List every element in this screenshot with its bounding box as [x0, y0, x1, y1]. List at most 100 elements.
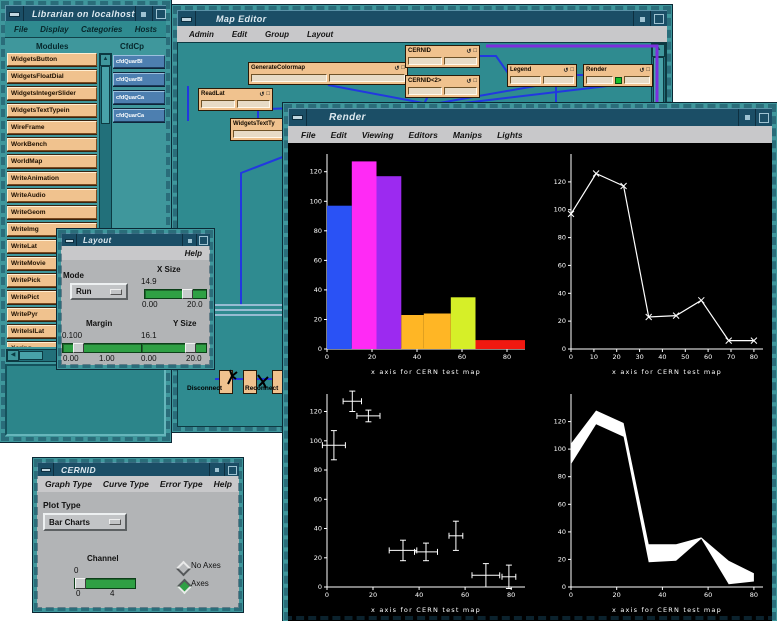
scroll-up-icon[interactable]: ▲: [100, 54, 111, 66]
module-block-label: GenerateColormap: [251, 65, 305, 71]
panel-menubar: Graph Type Curve Type Error Type Help: [37, 476, 239, 493]
module-block-generatecolormap[interactable]: GenerateColormap ↺□: [249, 63, 407, 84]
svg-text:20: 20: [368, 353, 376, 361]
menu-item-help[interactable]: Help: [185, 249, 202, 258]
window-menu-icon[interactable]: [178, 11, 196, 27]
menu-item[interactable]: File: [14, 25, 28, 34]
maximize-button[interactable]: [152, 6, 169, 22]
y-size-value: 16.1: [141, 331, 157, 340]
librarian-work-area: [5, 364, 166, 436]
module-block-legend[interactable]: Legend ↺□: [508, 65, 576, 86]
svg-text:120: 120: [554, 178, 566, 186]
svg-text:80: 80: [507, 591, 515, 599]
maximize-button[interactable]: [224, 463, 239, 477]
menu-item[interactable]: Error Type: [160, 479, 203, 489]
module-button[interactable]: WorkBench: [7, 138, 97, 151]
window-menu-icon[interactable]: [289, 109, 307, 126]
menu-item[interactable]: Categories: [81, 25, 122, 34]
module-active-led: [615, 77, 622, 84]
module-button[interactable]: WidgetsTextTypein: [7, 104, 97, 117]
menu-item[interactable]: Edit: [331, 130, 347, 140]
menu-item[interactable]: Manips: [453, 130, 482, 140]
module-button[interactable]: WidgetsFloatDial: [7, 70, 97, 83]
x-size-slider[interactable]: [144, 289, 207, 299]
module-button[interactable]: WriteAudio: [7, 189, 97, 202]
svg-text:0: 0: [318, 583, 322, 591]
open-panel-icon[interactable]: □: [266, 91, 270, 97]
menu-item[interactable]: Graph Type: [45, 479, 92, 489]
module-block-readlat[interactable]: ReadLat ↺□: [199, 89, 272, 110]
menu-item[interactable]: Layout: [307, 30, 333, 39]
module-button[interactable]: WidgetsIntegerSlider: [7, 87, 97, 100]
fire-module-icon[interactable]: ↺: [466, 78, 471, 85]
menu-item[interactable]: Help: [214, 479, 232, 489]
module-button[interactable]: WriteGeom: [7, 206, 97, 219]
module-button[interactable]: WireFrame: [7, 121, 97, 134]
svg-text:40: 40: [413, 353, 421, 361]
window-menu-icon[interactable]: [38, 463, 54, 477]
module-button[interactable]: WidgetsButton: [7, 53, 97, 66]
no-axes-radio[interactable]: [176, 561, 192, 577]
module-block-render[interactable]: Render ↺□: [584, 65, 652, 86]
open-panel-icon[interactable]: □: [570, 67, 574, 73]
panel-body: Plot Type Bar Charts Channel 0 0 4 No Ax…: [37, 492, 239, 608]
open-panel-icon[interactable]: □: [401, 65, 405, 71]
fire-module-icon[interactable]: ↺: [639, 67, 644, 74]
open-panel-icon[interactable]: □: [473, 78, 477, 84]
fire-module-icon[interactable]: ↺: [563, 67, 568, 74]
module-block-label: CERNID: [408, 48, 431, 54]
render-titlebar[interactable]: Render: [288, 108, 772, 127]
menu-item[interactable]: Lights: [497, 130, 523, 140]
menu-item[interactable]: Display: [40, 25, 68, 34]
minimize-button[interactable]: [209, 463, 224, 477]
module-button[interactable]: WorldMap: [7, 155, 97, 168]
svg-text:80: 80: [558, 473, 566, 481]
fire-module-icon[interactable]: ↺: [466, 48, 471, 55]
svg-text:40: 40: [658, 591, 666, 599]
category-module-button[interactable]: cfdQuarCa: [113, 109, 165, 122]
menu-item[interactable]: Admin: [189, 30, 214, 39]
fire-module-icon[interactable]: ↺: [259, 91, 264, 98]
svg-text:20: 20: [314, 554, 322, 562]
menu-item[interactable]: Viewing: [362, 130, 394, 140]
category-module-button[interactable]: cfdQuarCa: [113, 91, 165, 104]
menu-item[interactable]: File: [301, 130, 316, 140]
module-block-cernid2[interactable]: CERNID<2> ↺□: [406, 76, 479, 97]
fire-module-icon[interactable]: ↺: [394, 65, 399, 72]
module-button[interactable]: WriteAnimation: [7, 172, 97, 185]
minimize-button[interactable]: [738, 109, 755, 126]
render-viewport[interactable]: 020406080020406080100120x axis for CERN …: [288, 143, 772, 621]
disconnect-tool-label[interactable]: Disconnect: [187, 385, 222, 392]
svg-text:80: 80: [314, 227, 322, 235]
svg-text:80: 80: [314, 466, 322, 474]
plot-type-option-menu[interactable]: Bar Charts: [43, 513, 127, 531]
menu-item[interactable]: Hosts: [135, 25, 157, 34]
category-module-button[interactable]: cfdQuarBl: [113, 73, 165, 86]
scrollbar-thumb[interactable]: [101, 66, 110, 124]
y-size-slider[interactable]: [141, 343, 207, 353]
maximize-button[interactable]: [755, 109, 772, 126]
menu-item[interactable]: Edit: [232, 30, 247, 39]
axes-radio[interactable]: [177, 579, 193, 595]
mode-option-menu[interactable]: Run: [70, 283, 128, 300]
menu-item[interactable]: Curve Type: [103, 479, 149, 489]
open-panel-icon[interactable]: □: [473, 48, 477, 54]
category-module-button[interactable]: cfdQuarBl: [113, 55, 165, 68]
minimize-button[interactable]: [633, 11, 650, 27]
render-menubar: File Edit Viewing Editors Manips Lights: [288, 126, 772, 144]
minimize-button[interactable]: [135, 6, 152, 22]
module-block-cernid[interactable]: CERNID ↺□: [406, 46, 479, 67]
scrollbar-thumb[interactable]: [19, 351, 43, 360]
menu-item[interactable]: Editors: [409, 130, 438, 140]
scroll-left-icon[interactable]: ◀: [7, 350, 19, 361]
menu-item[interactable]: Group: [265, 30, 289, 39]
svg-text:60: 60: [704, 353, 712, 361]
maximize-button[interactable]: [650, 11, 667, 27]
open-panel-icon[interactable]: □: [646, 67, 650, 73]
panel-title: CERNID: [61, 465, 96, 475]
reconnect-tool-label[interactable]: Reconnect: [245, 385, 278, 392]
wire-cutter-icon[interactable]: [225, 369, 239, 385]
render-title: Render: [329, 112, 366, 123]
channel-slider[interactable]: [74, 578, 136, 589]
window-menu-icon[interactable]: [6, 6, 24, 22]
